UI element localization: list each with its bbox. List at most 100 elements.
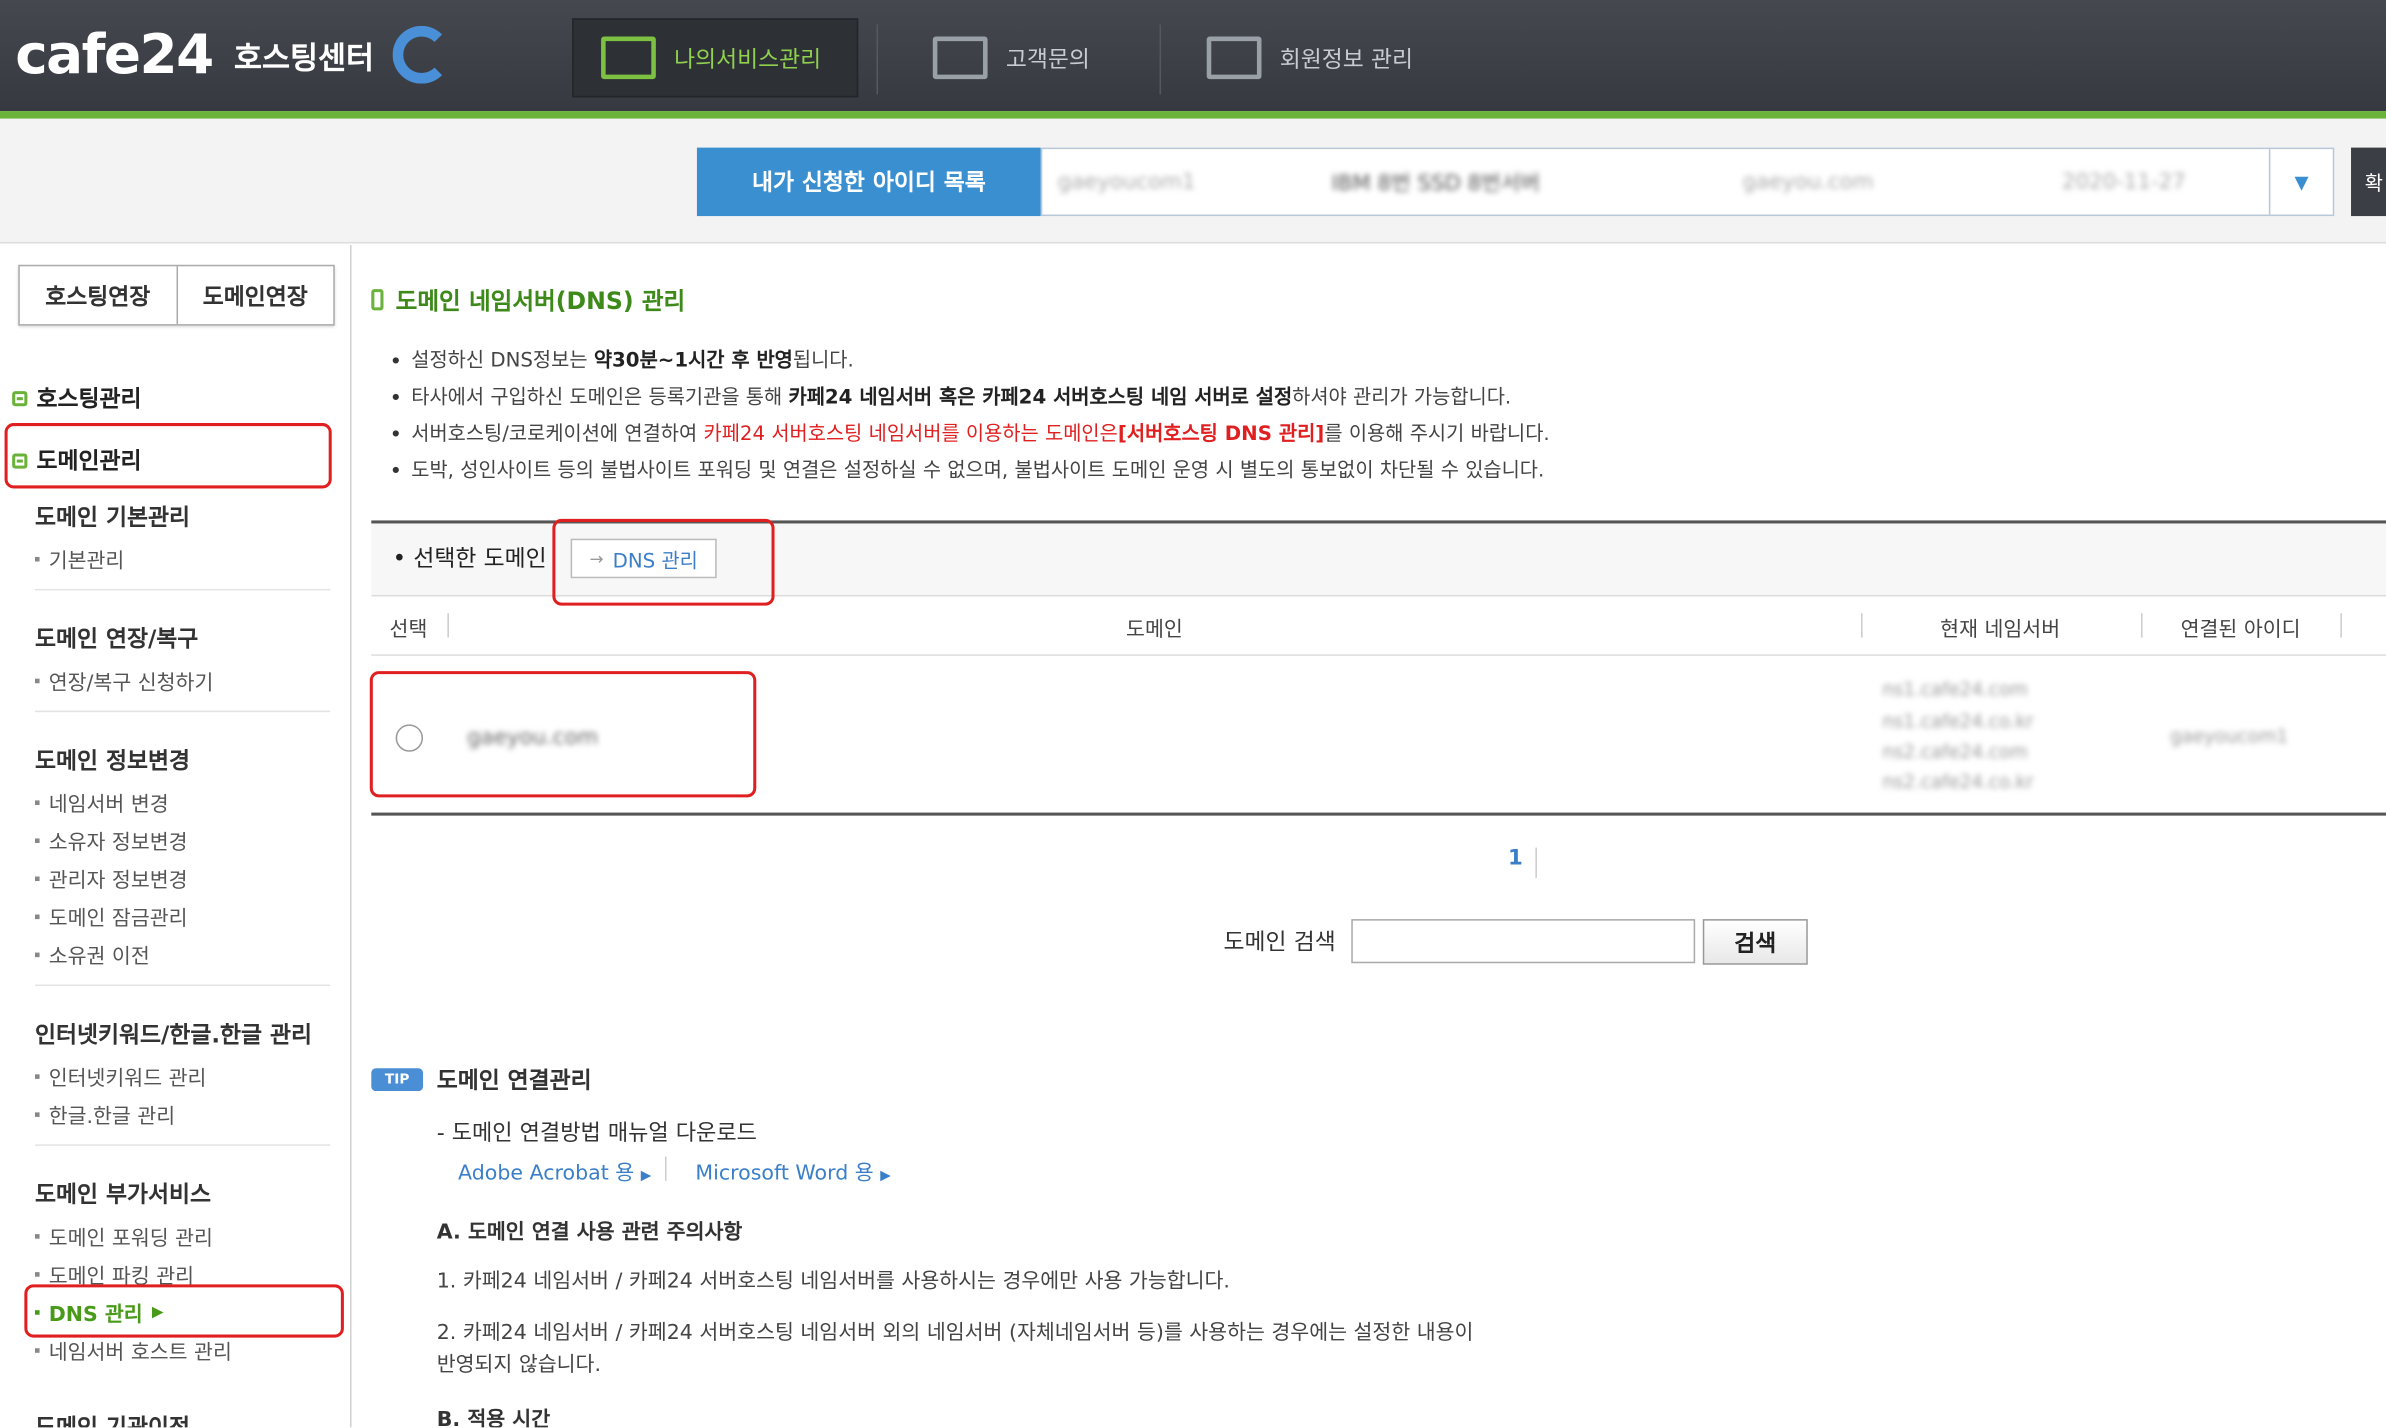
column-divider	[447, 613, 449, 638]
tip-line: 2. 카페24 네임서버 / 카페24 서버호스팅 네임서버 외의 네임서버 (…	[436, 1320, 1474, 1346]
id-list-label: 내가 신청한 아이디 목록	[696, 147, 1041, 217]
id-list-select[interactable]: gaeyoucom1 IBM 8번 SSD 8번서버 gaeyou.com 20…	[1040, 147, 2335, 217]
tip-line: 반영되지 않습니다.	[436, 1352, 602, 1378]
logo-text: cafe24	[15, 23, 214, 86]
link-divider	[664, 1156, 667, 1181]
triangle-right-icon: ▶	[640, 1168, 652, 1184]
id-cell: IBM 8번 SSD 8번서버	[1331, 171, 1541, 196]
sidebar-item[interactable]: 인터넷키워드 관리	[35, 1061, 207, 1091]
page-title-text: 도메인 네임서버(DNS) 관리	[395, 287, 686, 315]
nav-label: 나의서비스관리	[674, 44, 822, 73]
nav-my-service[interactable]: 나의서비스관리	[572, 18, 859, 98]
tip-line: 1. 카페24 네임서버 / 카페24 서버호스팅 네임서버를 사용하시는 경우…	[436, 1269, 1230, 1294]
table-cell-user-id: gaeyoucom1	[2169, 725, 2289, 748]
column-header-select: 선택	[389, 617, 428, 643]
notice-bold: 약30분~1시간 후 반영	[593, 349, 793, 373]
notice-list: 설정하신 DNS정보는 약30분~1시간 후 반영됩니다. 타사에서 구입하신 …	[390, 344, 1550, 490]
microsoft-word-link[interactable]: Microsoft Word 용 ▶	[695, 1155, 890, 1185]
hosting-extension-button[interactable]: 호스팅연장	[20, 266, 176, 324]
column-header-user-id: 연결된 아이디	[2180, 617, 2301, 643]
sidebar-item[interactable]: 연장/복구 신청하기	[35, 665, 214, 695]
nav-divider	[1159, 24, 1162, 95]
notice-text: 도박, 성인사이트 등의 불법사이트 포워딩 및 연결은 설정하실 수 없으며,…	[411, 459, 1545, 483]
notice-red-bold: [서버호스팅 DNS 관리]	[1117, 423, 1325, 446]
expand-icon	[12, 390, 28, 406]
selected-label-text: 선택한 도메인	[413, 544, 547, 573]
sidebar-divider	[34, 1144, 331, 1146]
page-title: 도메인 네임서버(DNS) 관리	[371, 283, 685, 316]
sidebar-group-title: 도메인 연장/복구	[34, 625, 199, 653]
pagination-current-page[interactable]: 1	[1508, 846, 1523, 870]
sidebar-item[interactable]: 네임서버 호스트 관리	[35, 1335, 232, 1365]
sidebar-divider	[34, 984, 331, 987]
tip-title: 도메인 연결관리	[436, 1066, 592, 1095]
notice-text: 설정하신 DNS정보는	[411, 349, 594, 373]
notice-text: 타사에서 구입하신 도메인은 등록기관을 통해	[411, 386, 789, 410]
domain-search-input[interactable]	[1351, 919, 1696, 964]
sidebar-group-title: 도메인 부가서비스	[34, 1180, 211, 1209]
top-bar-accent-line	[0, 111, 2386, 119]
notice-text: 하셔야 관리가 가능합니다.	[1292, 386, 1512, 410]
sidebar-group-title: 도메인 정보변경	[34, 747, 190, 775]
notice-text: 를 이용해 주시기 바랍니다.	[1324, 423, 1550, 446]
logo-c-icon	[392, 25, 451, 84]
domain-extension-button[interactable]: 도메인연장	[175, 266, 333, 325]
title-marker-icon	[371, 289, 384, 311]
sidebar-section-hosting[interactable]: 호스팅관리	[12, 382, 142, 414]
notice-item: 설정하신 DNS정보는 약30분~1시간 후 반영됩니다.	[390, 344, 1550, 381]
logo-subtitle: 호스팅센터	[234, 38, 375, 76]
column-divider	[2340, 613, 2342, 638]
table-cell-nameserver: ns1.cafe24.com	[1882, 678, 2028, 700]
sidebar-item[interactable]: 도메인 포워딩 관리	[35, 1220, 213, 1250]
table-bottom-line	[371, 812, 2386, 816]
nav-divider	[876, 24, 879, 95]
tip-section-a: A. 도메인 연결 사용 관련 주의사항	[436, 1220, 743, 1245]
selected-domain-label: • 선택한 도메인	[392, 544, 547, 573]
table-header	[371, 598, 2386, 656]
nav-customer-inquiry[interactable]: 고객문의	[905, 18, 1117, 97]
id-cell: gaeyoucom1	[1057, 169, 1196, 195]
highlight-box	[369, 671, 757, 798]
sidebar-item[interactable]: 기본관리	[35, 543, 125, 573]
sidebar-item[interactable]: 소유자 정보변경	[35, 825, 188, 855]
notice-item: 도박, 성인사이트 등의 불법사이트 포워딩 및 연결은 설정하실 수 없으며,…	[390, 453, 1550, 490]
pagination-divider	[1535, 847, 1537, 879]
highlight-box	[4, 423, 332, 489]
cafe24-logo[interactable]: cafe24 호스팅센터	[15, 21, 451, 88]
adobe-acrobat-link[interactable]: Adobe Acrobat 용 ▶	[458, 1155, 651, 1185]
sidebar-item[interactable]: 네임서버 변경	[35, 787, 169, 817]
chevron-down-icon[interactable]: ▼	[2268, 149, 2333, 215]
sidebar-item[interactable]: 소유권 이전	[35, 939, 150, 969]
notice-text: 서버호스팅/코로케이션에 연결하여	[411, 423, 704, 446]
sidebar-divider	[34, 710, 331, 713]
id-cell: 2020-11-27	[2061, 169, 2186, 195]
section-label: 호스팅관리	[36, 384, 142, 413]
link-label: Microsoft Word 용	[695, 1161, 874, 1186]
page: cafe24 호스팅센터 나의서비스관리 고객문의 회원정보 관리 내가 신청한…	[0, 0, 2386, 1428]
notice-item: 타사에서 구입하신 도메인은 등록기관을 통해 카페24 네임서버 혹은 카페2…	[390, 380, 1550, 417]
nav-label: 회원정보 관리	[1279, 44, 1414, 73]
column-divider	[2141, 613, 2143, 638]
notice-bold: 카페24 네임서버 혹은 카페24 서버호스팅 네임 서버로 설정	[788, 386, 1293, 410]
domain-search-label: 도메인 검색	[1223, 928, 1336, 956]
sidebar-divider	[34, 588, 331, 591]
tip-section-b: B. 적용 시간	[436, 1407, 551, 1428]
sidebar-item[interactable]: 도메인 잠금관리	[35, 901, 188, 931]
table-cell-nameserver: ns2.cafe24.co.kr	[1882, 771, 2034, 793]
notice-text: 됩니다.	[792, 349, 854, 373]
customer-inquiry-icon	[932, 36, 988, 80]
sidebar-item[interactable]: 한글.한글 관리	[35, 1099, 175, 1129]
sidebar-item[interactable]: 관리자 정보변경	[35, 863, 188, 893]
id-confirm-button[interactable]: 확	[2351, 147, 2386, 217]
table-cell-nameserver: ns1.cafe24.co.kr	[1882, 710, 2034, 732]
highlight-box	[552, 518, 775, 606]
notice-red: 카페24 서버호스팅 네임서버를 이용하는 도메인은	[703, 423, 1118, 446]
search-button[interactable]: 검색	[1702, 919, 1808, 965]
manual-download-label: - 도메인 연결방법 매뉴얼 다운로드	[436, 1121, 757, 1146]
extension-tabs: 호스팅연장 도메인연장	[18, 264, 335, 326]
sidebar-group-title: 도메인 기본관리	[34, 503, 190, 532]
member-info-icon	[1206, 36, 1262, 80]
column-header-domain: 도메인	[1126, 617, 1183, 643]
nav-member-info[interactable]: 회원정보 관리	[1179, 18, 1440, 97]
tip-badge: TIP	[371, 1068, 424, 1092]
